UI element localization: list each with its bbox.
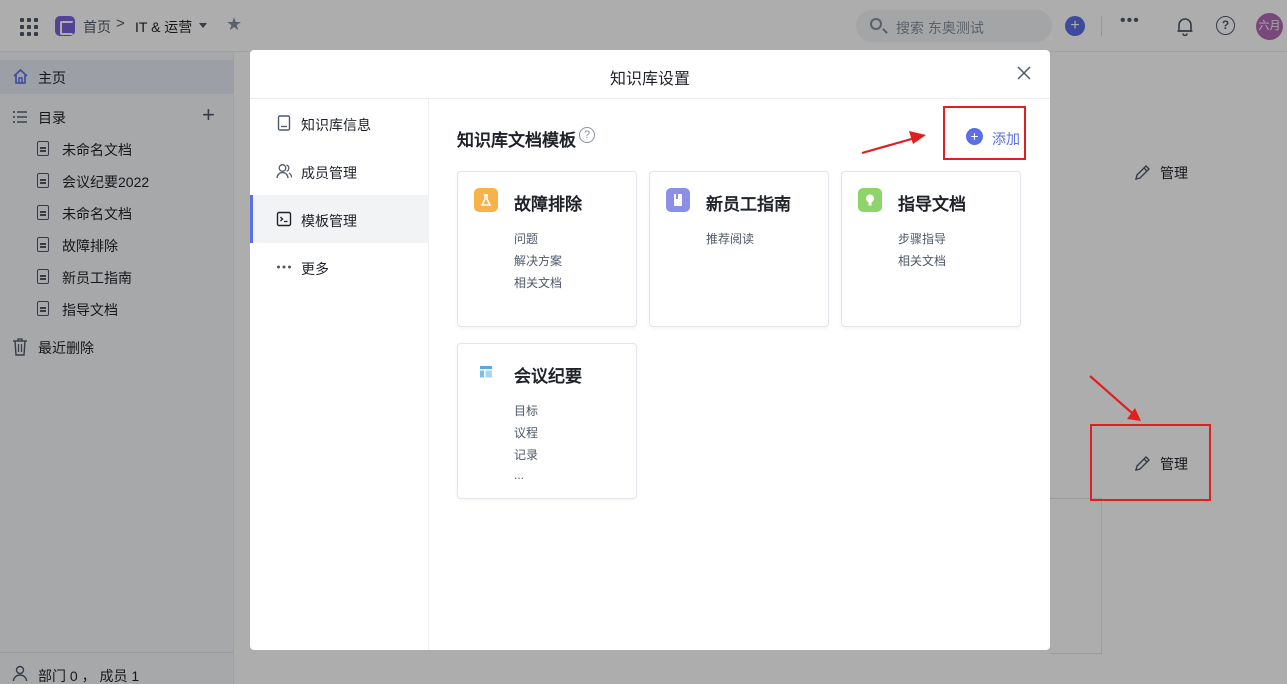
annotation-arrows — [861, 131, 1141, 421]
